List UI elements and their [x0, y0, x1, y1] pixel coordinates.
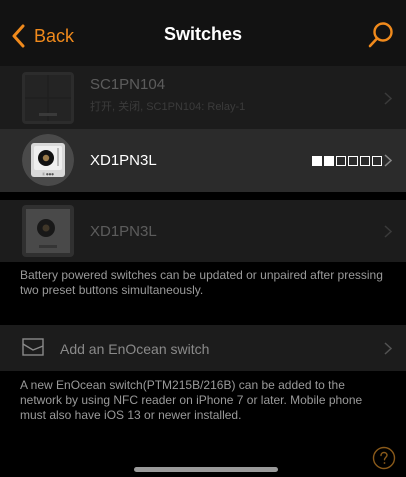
switch-thumbnail-icon: ⦿ ●●●: [22, 134, 74, 186]
battery-note: Battery powered switches can be updated …: [20, 268, 383, 297]
signal-bar: [348, 156, 358, 166]
device-subtitle: 打开, 关闭, SC1PN104: Relay-1: [90, 101, 246, 113]
nfc-note: A new EnOcean switch(PTM215B/216B) can b…: [20, 378, 363, 422]
signal-bar: [372, 156, 382, 166]
device-name: XD1PN3L: [90, 152, 157, 169]
device-row[interactable]: XD1PN3L: [0, 200, 406, 262]
signal-strength-indicator: [312, 156, 382, 166]
add-switch-label: Add an EnOcean switch: [60, 341, 210, 357]
signal-bar: [360, 156, 370, 166]
chevron-right-icon: [384, 342, 392, 355]
chevron-right-icon: [384, 154, 392, 167]
chevron-right-icon: [384, 92, 392, 105]
device-row[interactable]: ⦿ ●●● XD1PN3L: [0, 129, 406, 192]
switch-plate-icon: [22, 338, 44, 356]
navigation-bar: Back Switches: [0, 0, 406, 68]
question-icon[interactable]: [372, 446, 396, 470]
signal-bar: [324, 156, 334, 166]
switch-thumbnail-icon: [22, 205, 74, 257]
switch-thumbnail-icon: [22, 72, 74, 124]
svg-text:⦿ ●●●: ⦿ ●●●: [42, 171, 54, 176]
page-title: Switches: [163, 24, 243, 44]
search-icon[interactable]: [366, 20, 396, 50]
add-enocean-switch-button[interactable]: Add an EnOcean switch: [0, 325, 406, 371]
home-indicator[interactable]: [134, 467, 278, 472]
device-row[interactable]: SC1PN104 打开, 关闭, SC1PN104: Relay-1: [0, 66, 406, 132]
signal-bar: [312, 156, 322, 166]
chevron-right-icon: [384, 225, 392, 238]
device-name: SC1PN104: [90, 76, 166, 93]
signal-bar: [336, 156, 346, 166]
device-name: XD1PN3L: [90, 223, 157, 240]
